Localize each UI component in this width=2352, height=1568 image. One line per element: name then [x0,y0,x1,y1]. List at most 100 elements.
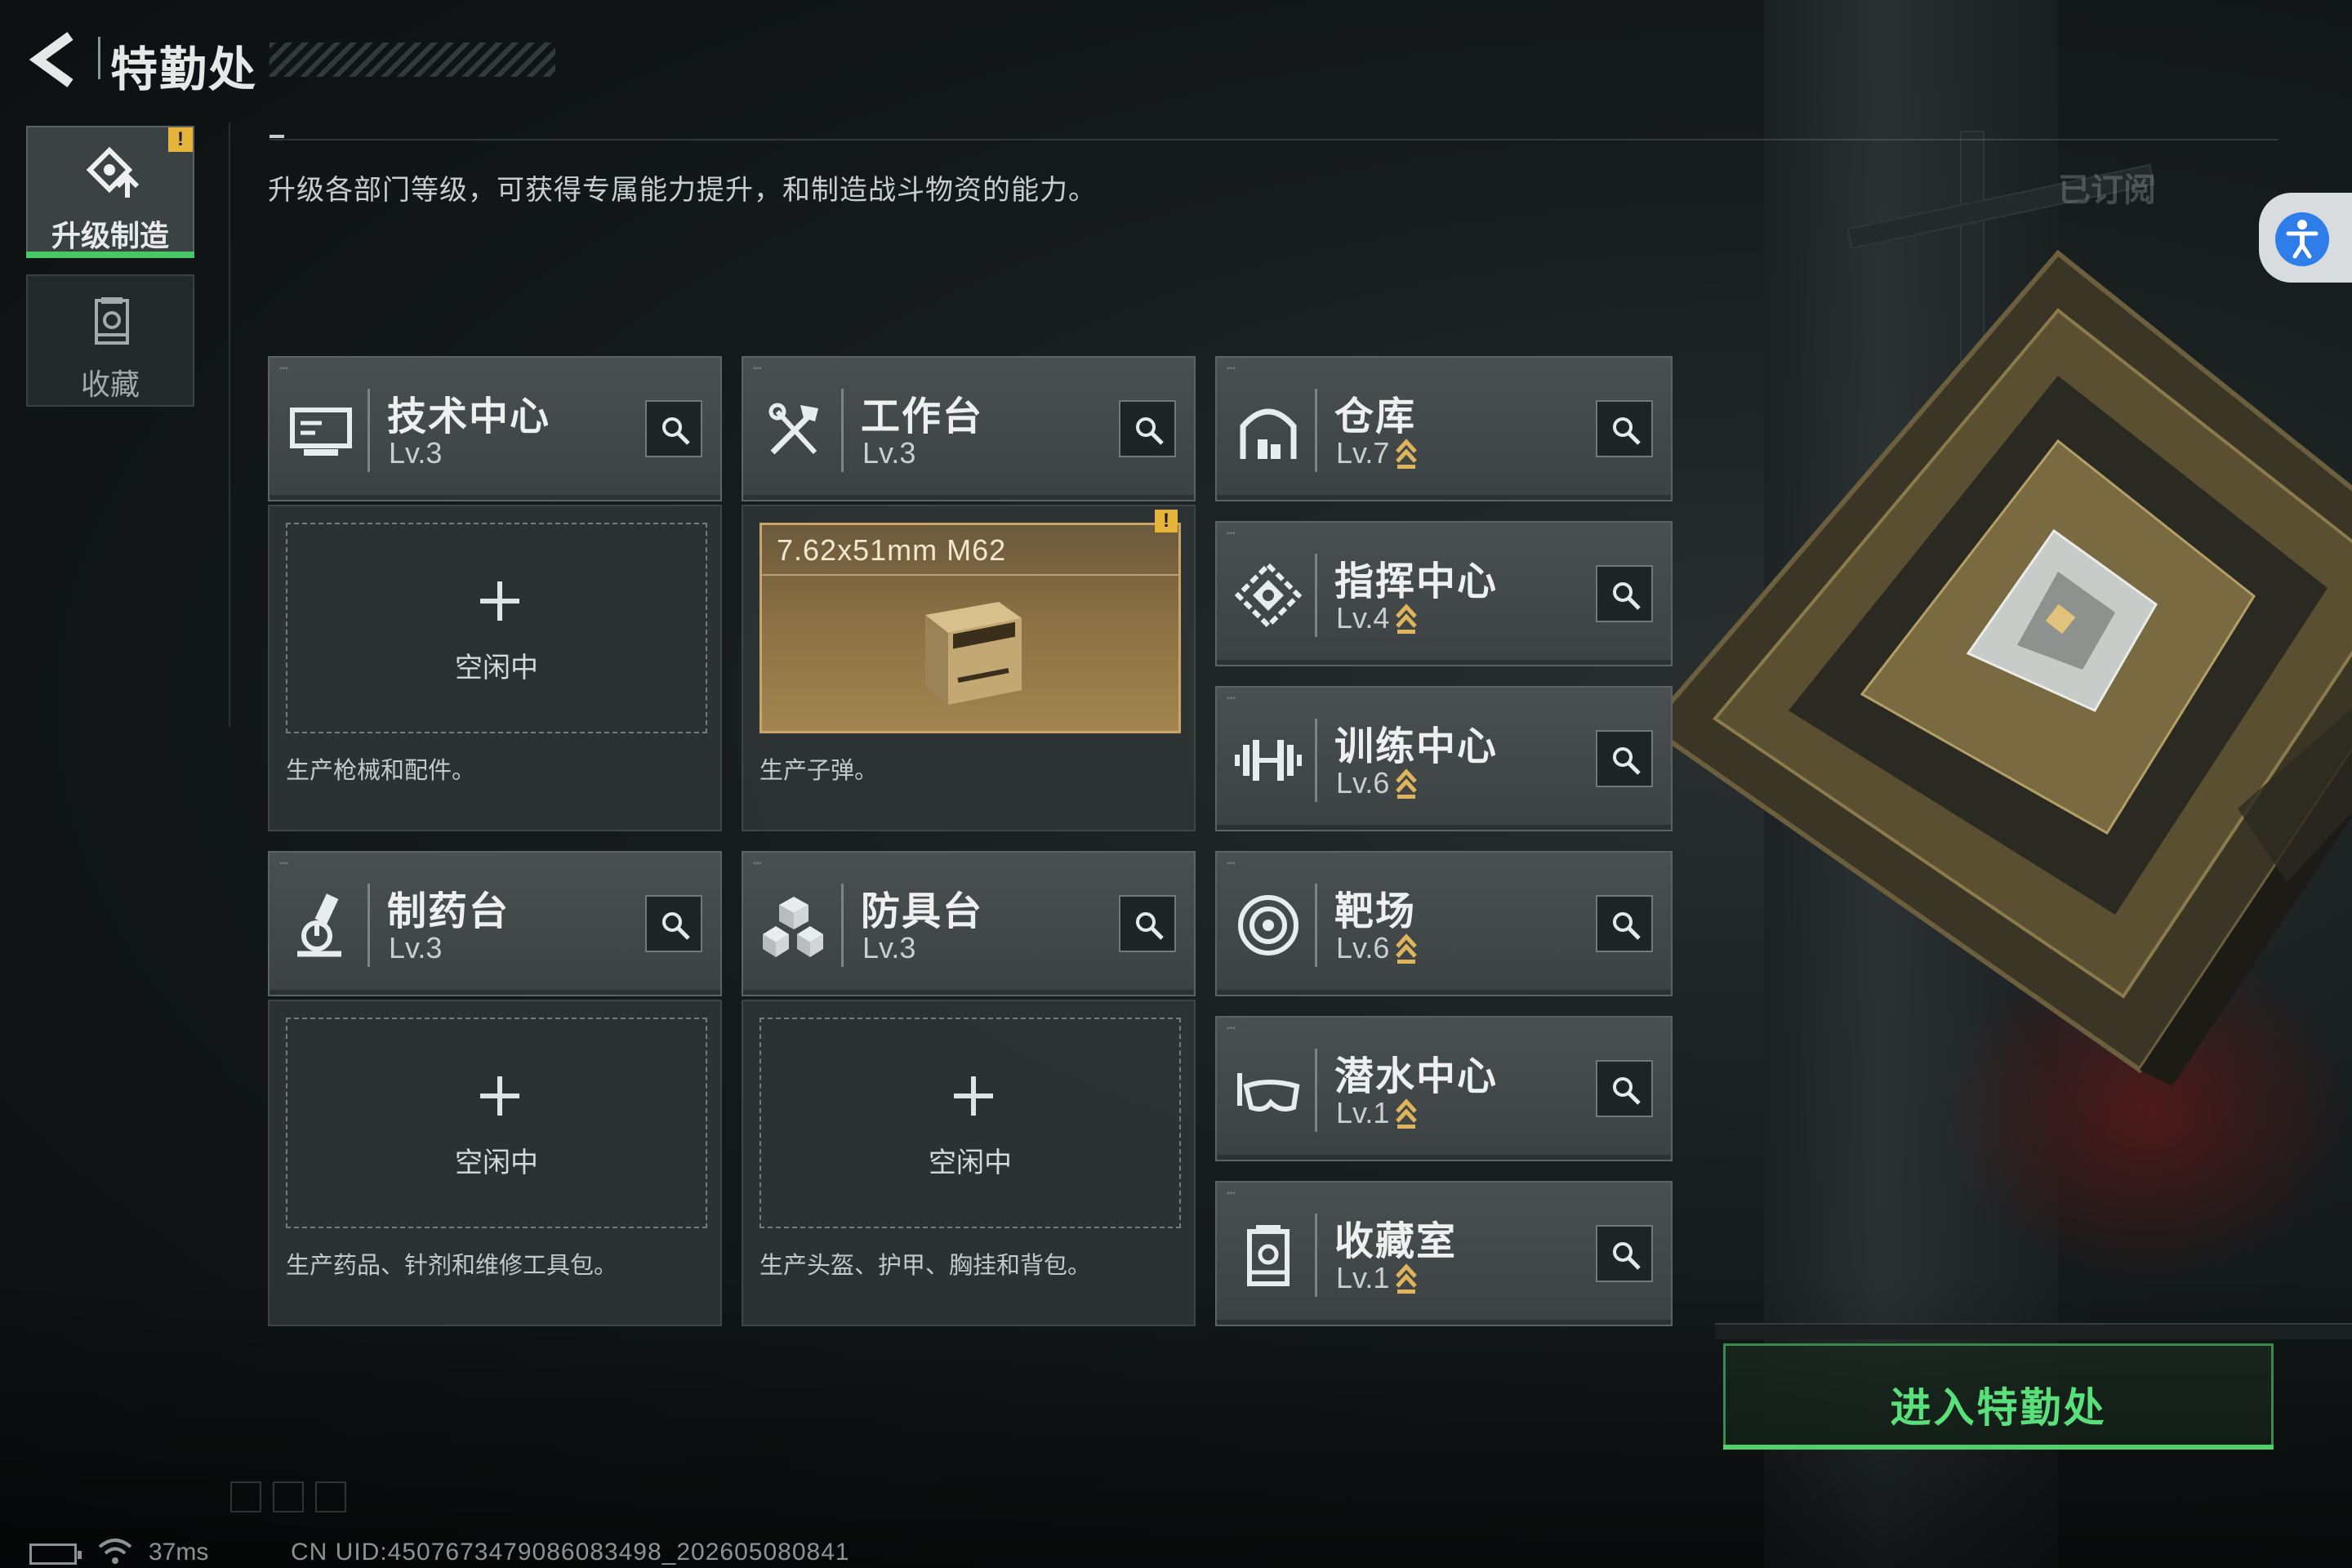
computer-icon [290,408,352,456]
accessibility-icon [2275,212,2329,266]
header-rule [270,139,2278,140]
facility-level-row: Lv.6 [1336,931,1419,965]
upgrade-available-icon [1396,1098,1418,1129]
search-icon [1136,912,1164,940]
accessibility-button[interactable] [2259,193,2352,283]
production-panel-pharmacy: 空闲中 生产药品、针剂和维修工具包。 [268,1000,722,1326]
inspect-button[interactable] [1596,565,1653,622]
inspect-button[interactable] [1119,400,1176,457]
warehouse-icon [1240,408,1297,459]
facility-name: 收藏室 [1334,1220,1458,1263]
facility-level: Lv.1 [1336,1261,1390,1294]
inspect-button[interactable] [645,400,702,457]
production-slot-empty[interactable]: 空闲中 [286,1018,707,1228]
facility-card-tech-center[interactable]: ▪▪▪ 技术中心 Lv.3 [268,356,722,501]
inspect-button[interactable] [1596,1060,1653,1117]
product-name: 7.62x51mm M62 [777,533,1007,567]
card-corner-mark: ▪▪▪ [1227,1024,1236,1033]
upgrade-available-icon [1396,933,1418,964]
card-divider [841,884,844,967]
trophy-room-icon [1247,1225,1290,1286]
facility-name: 技术中心 [387,395,551,439]
facility-level-row: Lv.4 [1336,601,1419,635]
facility-name: 指挥中心 [1334,560,1499,604]
inspect-button[interactable] [645,895,702,952]
card-divider [1315,389,1317,472]
production-slot-empty[interactable]: 空闲中 [286,523,707,733]
card-corner-mark: ▪▪▪ [753,859,762,868]
inspect-button[interactable] [1596,400,1653,457]
network-latency: 37ms [149,1539,209,1566]
facility-name: 靶场 [1334,890,1417,933]
back-button[interactable] [23,31,88,88]
card-corner-mark: ▪▪▪ [279,859,288,868]
search-icon [662,912,690,940]
production-panel-workbench: 7.62x51mm M62 ! 生产子弹。 [742,505,1196,831]
card-corner-mark: ▪▪▪ [753,364,762,373]
card-divider [1315,554,1317,637]
sidebar-divider [229,122,230,727]
facility-card-armor-bench[interactable]: ▪▪▪ 防具台 Lv.3 [742,851,1196,996]
upgrade-gear-icon [86,146,139,198]
production-slot-empty[interactable]: 空闲中 [760,1018,1181,1228]
facility-card-pharmacy[interactable]: ▪▪▪ 制药台 Lv.3 [268,851,722,996]
enter-button-label: 进入特勤处 [1890,1385,2107,1431]
facility-card-warehouse[interactable]: ▪▪▪ 仓库 Lv.7 [1215,356,1673,501]
inspect-button[interactable] [1596,1225,1653,1282]
facility-level: Lv.6 [1336,766,1390,800]
facility-card-diving-center[interactable]: ▪▪▪ 潜水中心 Lv.1 [1215,1016,1673,1161]
production-slot-active[interactable]: 7.62x51mm M62 [760,523,1181,733]
facility-level: Lv.1 [1336,1096,1390,1129]
facility-name: 训练中心 [1334,725,1499,768]
inspect-button[interactable] [1596,730,1653,787]
cubes-icon [763,897,823,957]
facility-name: 工作台 [861,395,984,439]
dumbbell-icon [1235,740,1302,781]
user-uid: CN UID:4507673479086083498_202605080841 [291,1539,850,1566]
production-panel-tech-center: 空闲中 生产枪械和配件。 [268,505,722,831]
upgrade-available-icon [1396,439,1418,469]
facility-level: Lv.7 [1336,436,1390,470]
slot-status: 空闲中 [455,1147,538,1178]
product-header-rule [762,574,1178,576]
upgrade-available-icon [1396,768,1418,799]
sidebar-item-upgrade-craft[interactable]: 升级制造 ! [26,126,194,258]
facility-card-command-center[interactable]: ▪▪▪ 指挥中心 Lv.4 [1215,521,1673,666]
facility-level: Lv.3 [389,436,443,470]
card-corner-mark: ▪▪▪ [1227,859,1236,868]
facility-name: 制药台 [387,890,510,933]
command-icon [1234,561,1303,630]
inspect-button[interactable] [1119,895,1176,952]
facility-card-collection-room[interactable]: ▪▪▪ 收藏室 Lv.1 [1215,1181,1673,1326]
production-description: 生产子弹。 [760,758,879,784]
card-divider [1315,884,1317,967]
facility-level-row: Lv.7 [1336,436,1419,470]
wifi-icon [98,1539,132,1564]
chevron-left-icon [29,32,74,87]
facility-card-training-center[interactable]: ▪▪▪ 训练中心 Lv.6 [1215,686,1673,831]
warning-badge: ! [1155,510,1178,532]
card-corner-mark: ▪▪▪ [1227,364,1236,373]
facility-card-shooting-range[interactable]: ▪▪▪ 靶场 Lv.6 [1215,851,1673,996]
page-description: 升级各部门等级，可获得专属能力提升，和制造战斗物资的能力。 [268,175,1097,206]
search-icon [1613,1242,1641,1270]
facility-level-row: Lv.1 [1336,1261,1419,1295]
ammo-box-icon [925,602,1022,705]
tools-icon [768,403,818,455]
inspect-button[interactable] [1596,895,1653,952]
sidebar-item-label: 升级制造 [51,219,169,252]
add-icon [480,581,519,621]
add-icon [480,1076,519,1116]
enter-special-ops-button[interactable]: 进入特勤处 [1723,1343,2274,1450]
facility-level: Lv.4 [1336,601,1390,635]
sidebar-item-collection[interactable]: 收藏 [26,274,194,407]
facility-name: 潜水中心 [1334,1055,1499,1098]
title-stripe-decoration [270,42,555,77]
card-divider [1315,719,1317,802]
facility-card-workbench[interactable]: ▪▪▪ 工作台 Lv.3 [742,356,1196,501]
subscribed-label: 已订阅 [2058,172,2156,208]
card-divider [841,389,844,472]
card-corner-mark: ▪▪▪ [279,364,288,373]
footer-decoration [273,1481,304,1512]
search-icon [1613,1077,1641,1105]
